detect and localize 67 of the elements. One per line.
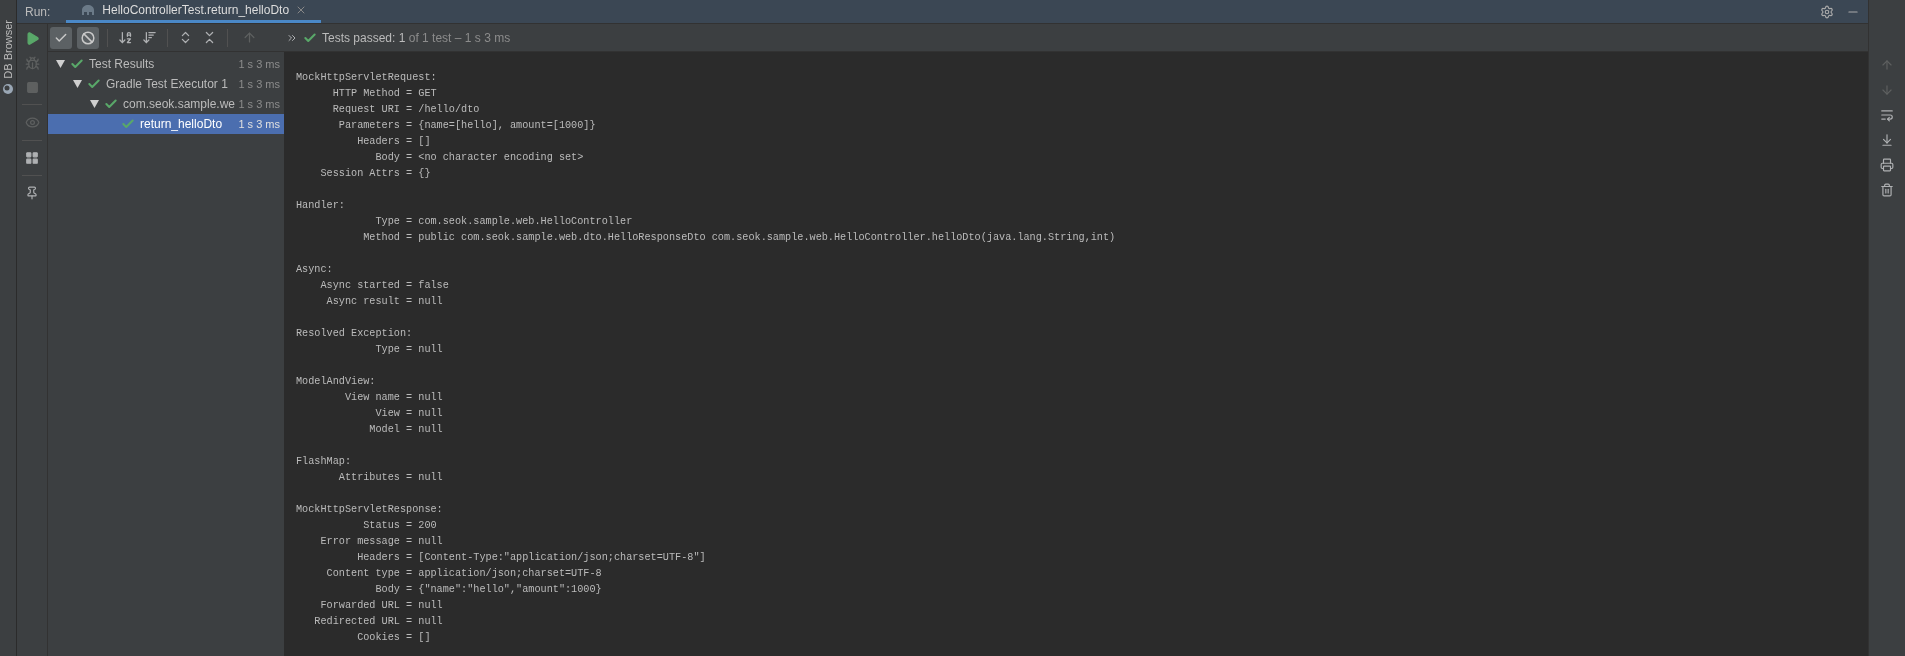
- check-icon: [121, 117, 135, 131]
- console-heading: MockHttpServletRequest:: [296, 71, 437, 85]
- console-line: Headers = [Content-Type:"application/json;charset=UTF-8"]: [356, 551, 706, 565]
- tree-item[interactable]: Test Results 1 s 3 ms: [48, 54, 284, 74]
- console-line: Attributes = null: [337, 471, 443, 485]
- console-line: Model = null: [368, 423, 443, 437]
- console-line: Type = null: [374, 343, 443, 357]
- console-line: Request URI = /hello/dto: [331, 103, 480, 117]
- expanded-triangle-icon[interactable]: [56, 60, 65, 68]
- run-label: Run:: [24, 3, 52, 21]
- console-line: Type = com.seok.sample.web.HelloController: [374, 215, 633, 229]
- tree-label: return_helloDto: [140, 116, 224, 133]
- duration: 1 s 3 ms: [238, 96, 280, 112]
- ban-icon: [81, 30, 95, 45]
- console-line: Status = 200: [362, 519, 437, 533]
- layout-icon[interactable]: [25, 151, 39, 165]
- console-heading: Resolved Exception:: [296, 327, 413, 341]
- console-line: Body = <no character encoding set>: [374, 151, 584, 165]
- console-heading: MockHttpServletResponse:: [296, 503, 443, 517]
- console-line: Redirected URL = null: [313, 615, 443, 629]
- console-line: Parameters = {name=[hello], amount=[1000]}: [337, 119, 596, 133]
- show-ignored-toggle[interactable]: [77, 26, 99, 49]
- console-line: Cookies = []: [356, 631, 431, 645]
- check-icon: [87, 77, 101, 91]
- pin-icon[interactable]: [25, 186, 39, 200]
- expanded-triangle-icon[interactable]: [90, 100, 99, 108]
- trash-icon[interactable]: [1880, 183, 1894, 197]
- sort-alpha-icon[interactable]: [118, 30, 133, 45]
- print-icon[interactable]: [1880, 158, 1894, 172]
- console-line: Async result = null: [325, 295, 443, 309]
- console-heading: Handler:: [296, 199, 345, 213]
- scroll-to-end-icon[interactable]: [1880, 133, 1894, 147]
- console-heading: ModelAndView:: [296, 375, 376, 389]
- tree-item[interactable]: return_helloDto 1 s 3 ms: [48, 114, 284, 134]
- duration: 1 s 3 ms: [238, 76, 280, 92]
- tree-label: Test Results: [89, 56, 156, 73]
- tree-label: Gradle Test Executor 1: [106, 76, 229, 93]
- console-line: HTTP Method = GET: [331, 87, 437, 101]
- run-tab[interactable]: HelloControllerTest.return_helloDto: [66, 0, 322, 23]
- db-browser-tab[interactable]: DB Browser: [0, 20, 17, 79]
- console-line: Method = public com.seok.sample.web.dto.HelloResponseDto com.seok.sample.web.HelloController.helloDto(java.lang.String,int): [362, 231, 1116, 245]
- expanded-triangle-icon[interactable]: [73, 80, 82, 88]
- console-line: Session Attrs = {}: [319, 167, 431, 181]
- duration: 1 s 3 ms: [238, 56, 280, 72]
- check-icon: [303, 30, 317, 45]
- check-icon: [104, 97, 118, 111]
- tree-item[interactable]: com.seok.sample.we 1 s 3 ms: [48, 94, 284, 114]
- sort-duration-icon[interactable]: [142, 30, 157, 45]
- run-icon[interactable]: [24, 31, 40, 46]
- console-line: View name = null: [343, 391, 443, 405]
- console-heading: Async:: [296, 263, 333, 277]
- check-icon: [70, 57, 84, 71]
- console-line: Body = {"name":"hello","amount":1000}: [374, 583, 602, 597]
- console-line: Async started = false: [319, 279, 449, 293]
- console-line: Content type = application/json;charset=UTF-8: [325, 567, 602, 581]
- console-line: Forwarded URL = null: [319, 599, 443, 613]
- test-status: Tests passed: 1 of 1 test – 1 s 3 ms: [322, 29, 511, 47]
- tree-label: com.seok.sample.we: [123, 96, 235, 113]
- tree-item[interactable]: Gradle Test Executor 1 1 s 3 ms: [48, 74, 284, 94]
- duration: 1 s 3 ms: [238, 116, 280, 132]
- console-line: View = null: [374, 407, 443, 421]
- settings-icon[interactable]: [1820, 4, 1834, 19]
- console-line: Error message = null: [319, 535, 443, 549]
- soft-wrap-icon[interactable]: [1880, 108, 1894, 122]
- show-passed-toggle[interactable]: [50, 26, 72, 49]
- console-heading: FlashMap:: [296, 455, 352, 469]
- console-line: Headers = []: [356, 135, 431, 149]
